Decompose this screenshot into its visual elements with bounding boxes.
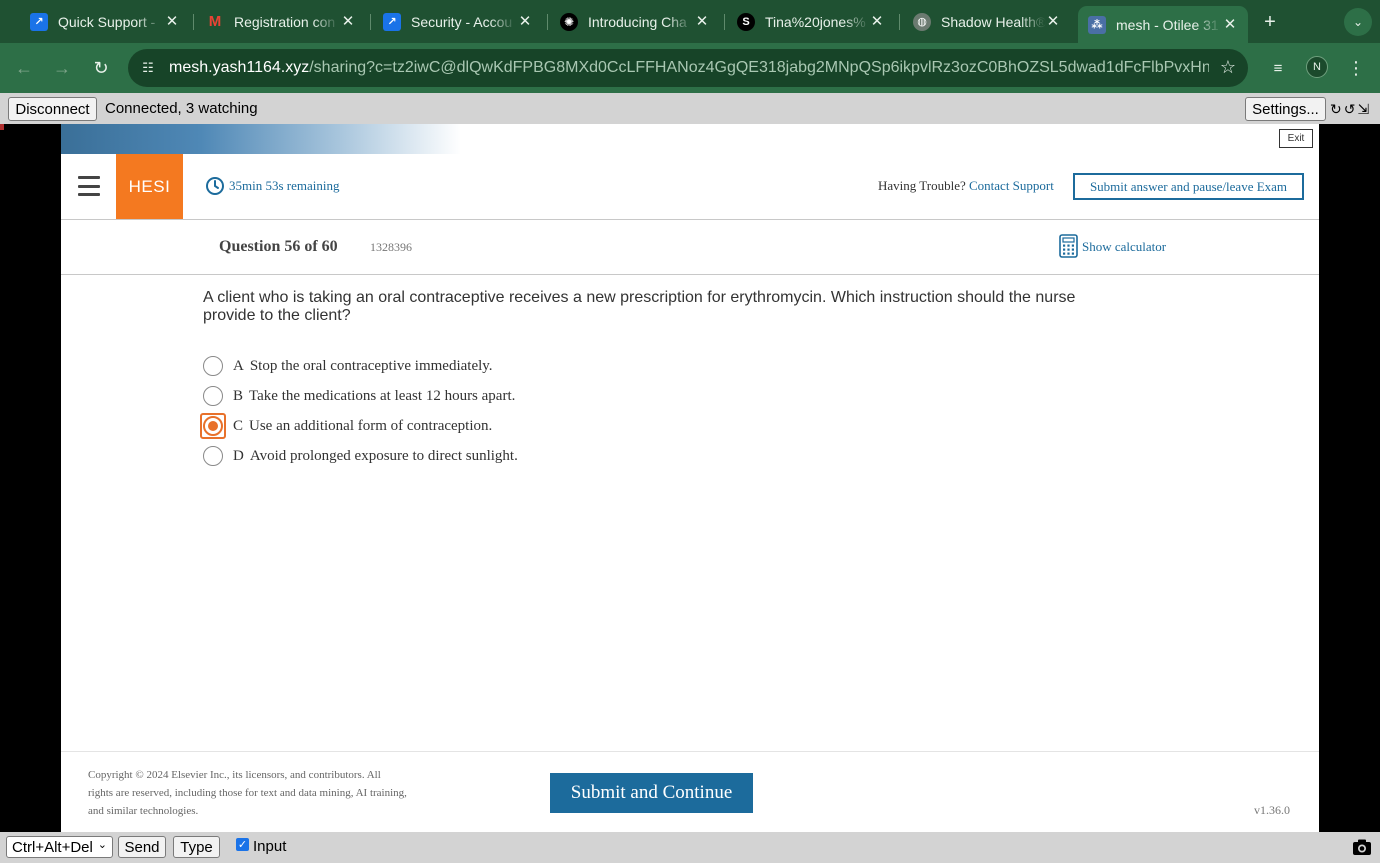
exit-button[interactable]: Exit [1279,129,1313,148]
disconnect-button[interactable]: Disconnect [8,97,97,121]
submit-pause-button[interactable]: Submit answer and pause/leave Exam [1073,173,1304,200]
key-combo-select[interactable]: Ctrl+Alt+Del ⌄ [6,836,113,858]
type-button[interactable]: Type [173,836,220,858]
chevron-down-icon[interactable]: ⌄ [1344,8,1372,36]
close-icon[interactable]: ✕ [162,11,182,31]
document-icon: S [737,12,755,31]
question-number: Question 56 of 60 [219,238,338,255]
tab-quick-support[interactable]: ↗ Quick Support - ✕ [30,6,182,37]
back-icon[interactable]: ← [12,56,36,80]
tab-security[interactable]: ↗ Security - Accou ✕ [383,6,535,37]
input-label: Input [253,838,287,855]
gmail-icon: M [208,13,222,30]
option-a[interactable]: A Stop the oral contraceptive immediatel… [203,354,493,378]
media-control-icon[interactable]: ≡ [1266,56,1290,80]
tab-introducing[interactable]: ✺ Introducing Cha ✕ [560,6,712,37]
option-c[interactable]: C Use an additional form of contraceptio… [200,413,492,439]
exam-header: HESI 35min 53s remaining Having Trouble?… [61,154,1319,220]
reload-icon[interactable]: ↻ [89,56,113,80]
close-icon[interactable]: ✕ [867,11,887,31]
new-tab-button[interactable]: + [1258,10,1282,34]
exam-footer: Copyright © 2024 Elsevier Inc., its lice… [61,751,1319,832]
hesi-logo: HESI [116,154,183,219]
url-text[interactable]: mesh.yash1164.xyz/sharing?c=tz2iwC@dlQwK… [169,59,1209,77]
copyright-text: Copyright © 2024 Elsevier Inc., its lice… [88,769,407,817]
radio-option-d[interactable] [203,446,223,466]
tab-mesh-active[interactable]: ⁂ mesh - Otilee 31 ✕ [1078,6,1248,43]
calculator-icon[interactable] [1059,234,1078,258]
hamburger-menu-icon[interactable] [78,176,100,196]
radio-option-a[interactable] [203,356,223,376]
forward-icon[interactable]: → [50,56,74,80]
edge-marker [0,124,4,130]
input-checkbox[interactable]: ✓ [236,838,249,851]
site-settings-icon[interactable]: ☷ [138,58,158,78]
screen: ↗ Quick Support - ✕ M Registration con ✕… [0,0,1380,863]
radio-option-b[interactable] [203,386,223,406]
address-bar[interactable]: ☷ mesh.yash1164.xyz/sharing?c=tz2iwC@dlQ… [128,49,1248,87]
mesh-icon: ⁂ [1088,15,1106,34]
radio-option-c[interactable] [203,416,223,436]
header-banner [61,124,461,154]
menu-kebab-icon[interactable]: ⋮ [1344,56,1368,80]
option-d[interactable]: D Avoid prolonged exposure to direct sun… [203,444,518,468]
help-text: Having Trouble? Contact Support [878,178,1054,193]
clock-icon [206,177,224,195]
connection-status: Connected, 3 watching [105,100,258,117]
tab-strip: ↗ Quick Support - ✕ M Registration con ✕… [0,0,1380,43]
chevron-down-icon: ⌄ [97,839,107,851]
viewer-rotate-icons[interactable]: ↻↺⇲ [1330,101,1371,118]
browser-toolbar: ← → ↻ ☷ mesh.yash1164.xyz/sharing?c=tz2i… [0,43,1380,93]
close-icon[interactable]: ✕ [1043,11,1063,31]
question-bar: Question 56 of 60 1328396 Show calculato… [61,220,1319,275]
submit-continue-button[interactable]: Submit and Continue [550,773,753,813]
close-icon[interactable]: ✕ [692,11,712,31]
time-remaining: 35min 53s remaining [229,178,340,193]
tab-registration[interactable]: M Registration con ✕ [206,6,358,37]
option-b[interactable]: B Take the medications at least 12 hours… [203,384,515,408]
version-label: v1.36.0 [1254,803,1290,817]
camera-icon[interactable] [1352,838,1372,856]
contact-support-link[interactable]: Contact Support [969,178,1054,193]
openai-icon: ✺ [560,12,578,31]
remote-screen: Exit HESI 35min 53s remaining Having Tro… [61,124,1319,832]
close-icon[interactable]: ✕ [338,11,358,31]
arrow-icon: ↗ [30,12,48,31]
bookmark-star-icon[interactable]: ☆ [1220,57,1236,78]
arrow-icon: ↗ [383,12,401,31]
close-icon[interactable]: ✕ [1220,14,1240,34]
question-id: 1328396 [370,240,412,254]
tab-tina-jones[interactable]: S Tina%20jones% ✕ [737,6,887,37]
profile-avatar[interactable]: N [1306,56,1328,78]
show-calculator-link[interactable]: Show calculator [1082,239,1166,255]
question-text: A client who is taking an oral contracep… [203,289,1076,324]
close-icon[interactable]: ✕ [515,11,535,31]
send-button[interactable]: Send [118,836,166,858]
globe-icon: ◍ [913,12,931,31]
settings-button[interactable]: Settings... [1245,97,1326,121]
tab-shadow-health[interactable]: ◍ Shadow Health® ✕ [913,6,1063,37]
